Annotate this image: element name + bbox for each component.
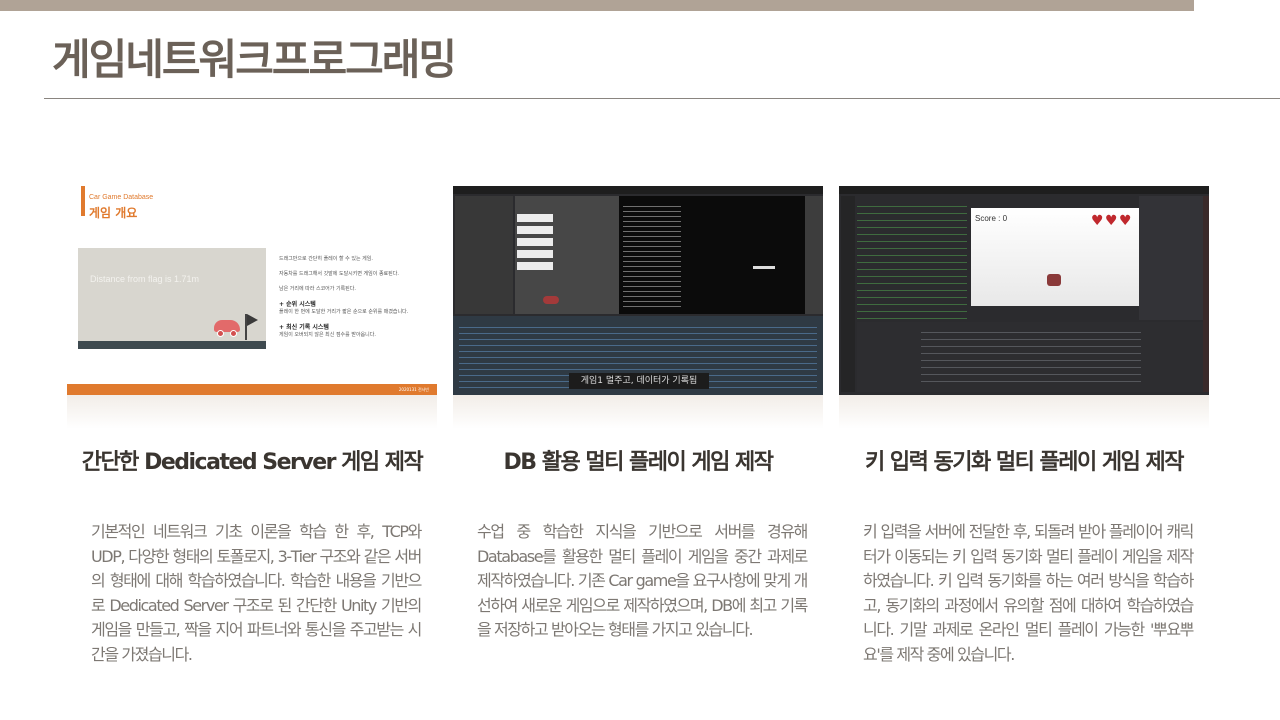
log-lines — [921, 326, 1141, 386]
video-caption: 게임1 멀주고, 데이터가 기록됨 — [569, 373, 709, 389]
side-scrollbar — [1203, 196, 1209, 392]
ui-button — [517, 238, 553, 246]
card-description: 기본적인 네트워크 기초 이론을 학습 한 후, TCP와 UDP, 다양한 형… — [91, 522, 422, 664]
game-view: Score : 0 ♥ ♥ ♥ — [971, 208, 1139, 306]
heart-icon: ♥ — [1119, 213, 1132, 229]
flag-icon — [247, 314, 258, 326]
road — [78, 341, 266, 349]
feature-desc: 플레이 한 번에 도달한 거리가 짧은 순으로 순위를 매겼습니다. — [279, 309, 409, 315]
card-title: 키 입력 동기화 멀티 플레이 게임 제작 — [864, 450, 1185, 475]
card-title: DB 활용 멀티 플레이 게임 제작 — [503, 450, 774, 475]
note-line: 자동차를 드래그해서 깃발에 도달시키면 게임이 종료된다. — [279, 271, 399, 277]
thumbnail-reflection — [67, 395, 437, 429]
ui-button — [517, 262, 553, 270]
thumbnail-reflection — [453, 395, 823, 429]
note-line: 남은 거리에 따라 스코어가 기록된다. — [279, 286, 356, 292]
editor-toolbar — [839, 186, 1209, 194]
slide-notes: 드래그만으로 간단히 플레이 할 수 있는 게임. 자동차를 드래그해서 깃발에… — [279, 256, 429, 347]
feature-ranking: + 순위 시스템 플레이 한 번에 도달한 거리가 짧은 순으로 순위를 매겼습… — [279, 301, 429, 316]
slide-footer-text: 2020131 전사빈 — [398, 387, 429, 392]
ui-button — [517, 214, 553, 222]
distance-text: Distance from flag is 1.71m — [90, 274, 200, 284]
hierarchy-panel — [455, 196, 513, 314]
page-title: 게임네트워크프로그래밍 — [52, 35, 457, 84]
project-thumbnail-editor: Score : 0 ♥ ♥ ♥ — [839, 186, 1209, 395]
feature-title: + 순위 시스템 — [279, 301, 316, 308]
ui-button — [517, 226, 553, 234]
car-wheel-icon — [217, 330, 224, 337]
car-wheel-icon — [230, 330, 237, 337]
bottom-panel — [857, 322, 1203, 392]
project-thumbnail-editor: 게임1 멀주고, 데이터가 기록됨 — [453, 186, 823, 395]
slide-heading: 게임 개요 — [89, 206, 138, 220]
editor-toolbar — [453, 186, 823, 194]
title-divider — [44, 98, 1280, 99]
car-sprite — [543, 296, 559, 304]
card-description: 수업 중 학습한 지식을 기반으로 서버를 경유해 Database를 활용한 … — [477, 522, 808, 639]
feature-title: + 최신 기록 시스템 — [279, 324, 329, 331]
feature-desc: 게임이 오버되지 않은 최신 점수를 받아옵니다. — [279, 332, 376, 338]
inspector-panel — [1139, 196, 1203, 320]
player-character — [1047, 274, 1061, 286]
top-accent-bar — [0, 0, 1194, 11]
heart-icon: ♥ — [1091, 213, 1104, 229]
slide-accent-bar — [81, 186, 85, 216]
console-log-lines — [623, 202, 681, 308]
feature-latest-record: + 최신 기록 시스템 게임이 오버되지 않은 최신 점수를 받아옵니다. — [279, 324, 429, 339]
project-thumbnail-slide: Car Game Database 게임 개요 Distance from fl… — [67, 186, 437, 395]
inspector-panel — [805, 196, 823, 314]
ui-button — [517, 250, 553, 258]
slide-subtitle: Car Game Database — [89, 194, 154, 201]
console-window — [619, 196, 805, 314]
scene-view-panel — [515, 196, 619, 314]
thumbnail-reflection — [839, 395, 1209, 429]
card-description: 키 입력을 서버에 전달한 후, 되돌려 받아 플레이어 캐릭터가 이동되는 키… — [863, 522, 1194, 664]
score-text: Score : 0 — [975, 214, 1008, 223]
slide-footer-band: 2020131 전사빈 — [67, 384, 437, 395]
note-line: 드래그만으로 간단히 플레이 할 수 있는 게임. — [279, 256, 373, 262]
code-editor — [857, 200, 967, 320]
card-title: 간단한 Dedicated Server 게임 제작 — [81, 450, 424, 475]
game-scene-preview: Distance from flag is 1.71m — [78, 248, 266, 349]
heart-icon: ♥ — [1105, 213, 1118, 229]
activity-bar — [841, 196, 855, 392]
console-cursor — [753, 266, 775, 269]
